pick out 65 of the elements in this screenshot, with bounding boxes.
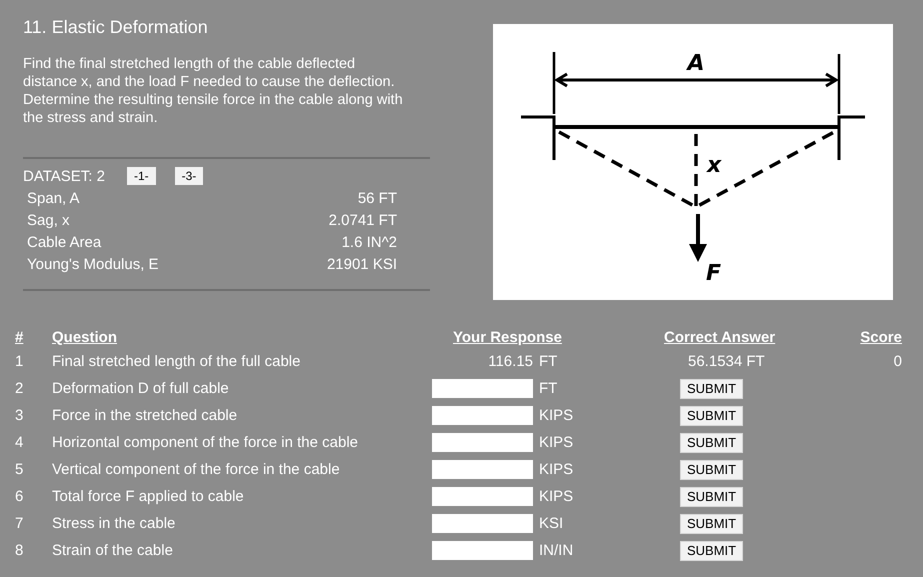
- column-header: Score: [859, 328, 902, 348]
- unit-label: KIPS: [539, 433, 574, 453]
- submit-button[interactable]: SUBMIT: [680, 540, 744, 560]
- variable-name: Sag, x: [27, 211, 71, 231]
- column-header: Correct Answer: [664, 328, 776, 348]
- question-text: Strain of the cable: [52, 541, 174, 561]
- response-field[interactable]: [432, 379, 533, 398]
- unit-label: IN/IN: [539, 541, 574, 561]
- variable-name: Young's Modulus, E: [27, 255, 160, 275]
- variable-value: 56 FT: [356, 189, 397, 209]
- response-field[interactable]: [432, 541, 533, 560]
- unit-label: KSI: [539, 514, 564, 534]
- response-value: 116.15: [487, 352, 534, 372]
- question-text: Force in the stretched cable: [52, 406, 238, 426]
- force-label: F: [706, 261, 722, 286]
- column-header: #: [15, 328, 24, 348]
- question-text: Horizontal component of the force in the cable: [52, 433, 360, 453]
- question-number: 1: [15, 352, 24, 372]
- force-arrow: [689, 214, 707, 262]
- question-text: Stress in the cable: [52, 514, 176, 534]
- dataset-label: DATASET: 2: [23, 168, 105, 184]
- variable-value: 1.6 IN^2: [340, 233, 397, 253]
- submit-button[interactable]: SUBMIT: [680, 486, 744, 506]
- problem-title: 11. Elastic Deformation: [23, 16, 209, 38]
- question-text: Final stretched length of the full cable: [52, 352, 302, 372]
- unit-label: FT: [539, 379, 558, 399]
- response-field[interactable]: [432, 460, 533, 479]
- sag-label: x: [707, 153, 722, 178]
- question-number: 8: [15, 541, 24, 561]
- question-text: Total force F applied to cable: [52, 487, 245, 507]
- question-number: 3: [15, 406, 24, 426]
- submit-button[interactable]: SUBMIT: [680, 432, 744, 452]
- response-field[interactable]: [432, 487, 533, 506]
- submit-button[interactable]: SUBMIT: [680, 514, 744, 534]
- submit-button[interactable]: SUBMIT: [680, 406, 744, 426]
- question-text: Vertical component of the force in the cable: [52, 460, 341, 480]
- variable-name: Span, A: [27, 189, 81, 209]
- dimension-line: [838, 54, 840, 114]
- variable-value: 21901 KSI: [326, 255, 397, 275]
- unit-label: KIPS: [539, 460, 574, 480]
- response-field[interactable]: [432, 433, 533, 452]
- submit-button[interactable]: SUBMIT: [680, 460, 744, 480]
- question-number: 4: [15, 433, 24, 453]
- column-header: Your Response: [452, 328, 563, 348]
- response-field[interactable]: [432, 514, 533, 533]
- dataset-button[interactable]: -1-: [126, 167, 156, 185]
- unit-label: KIPS: [539, 406, 574, 426]
- dataset-button[interactable]: -3-: [174, 167, 204, 185]
- column-header: Question: [52, 328, 118, 348]
- variable-name: Cable Area: [27, 233, 102, 253]
- dimension-line: [552, 52, 556, 114]
- unit-label: KIPS: [539, 487, 574, 507]
- submit-button[interactable]: SUBMIT: [680, 378, 744, 398]
- question-number: 2: [15, 379, 24, 399]
- response-field[interactable]: [432, 406, 533, 425]
- variable-value: 2.0741 FT: [328, 211, 397, 231]
- unit-label: FT: [539, 352, 558, 372]
- question-number: 7: [15, 514, 24, 534]
- correct-answer: 56.1534 FT: [687, 352, 766, 372]
- question-number: 6: [15, 487, 24, 507]
- score-value: 0: [892, 352, 902, 372]
- question-number: 5: [15, 460, 24, 480]
- question-text: Deformation D of full cable: [52, 379, 230, 399]
- span-label: A: [687, 51, 705, 76]
- problem-description: Find the final stretched length of the cable deflected distance x, and the load F needed to cause the deflection. Determine the resulting tensile force in the cable along with the stress and strain.: [23, 55, 404, 127]
